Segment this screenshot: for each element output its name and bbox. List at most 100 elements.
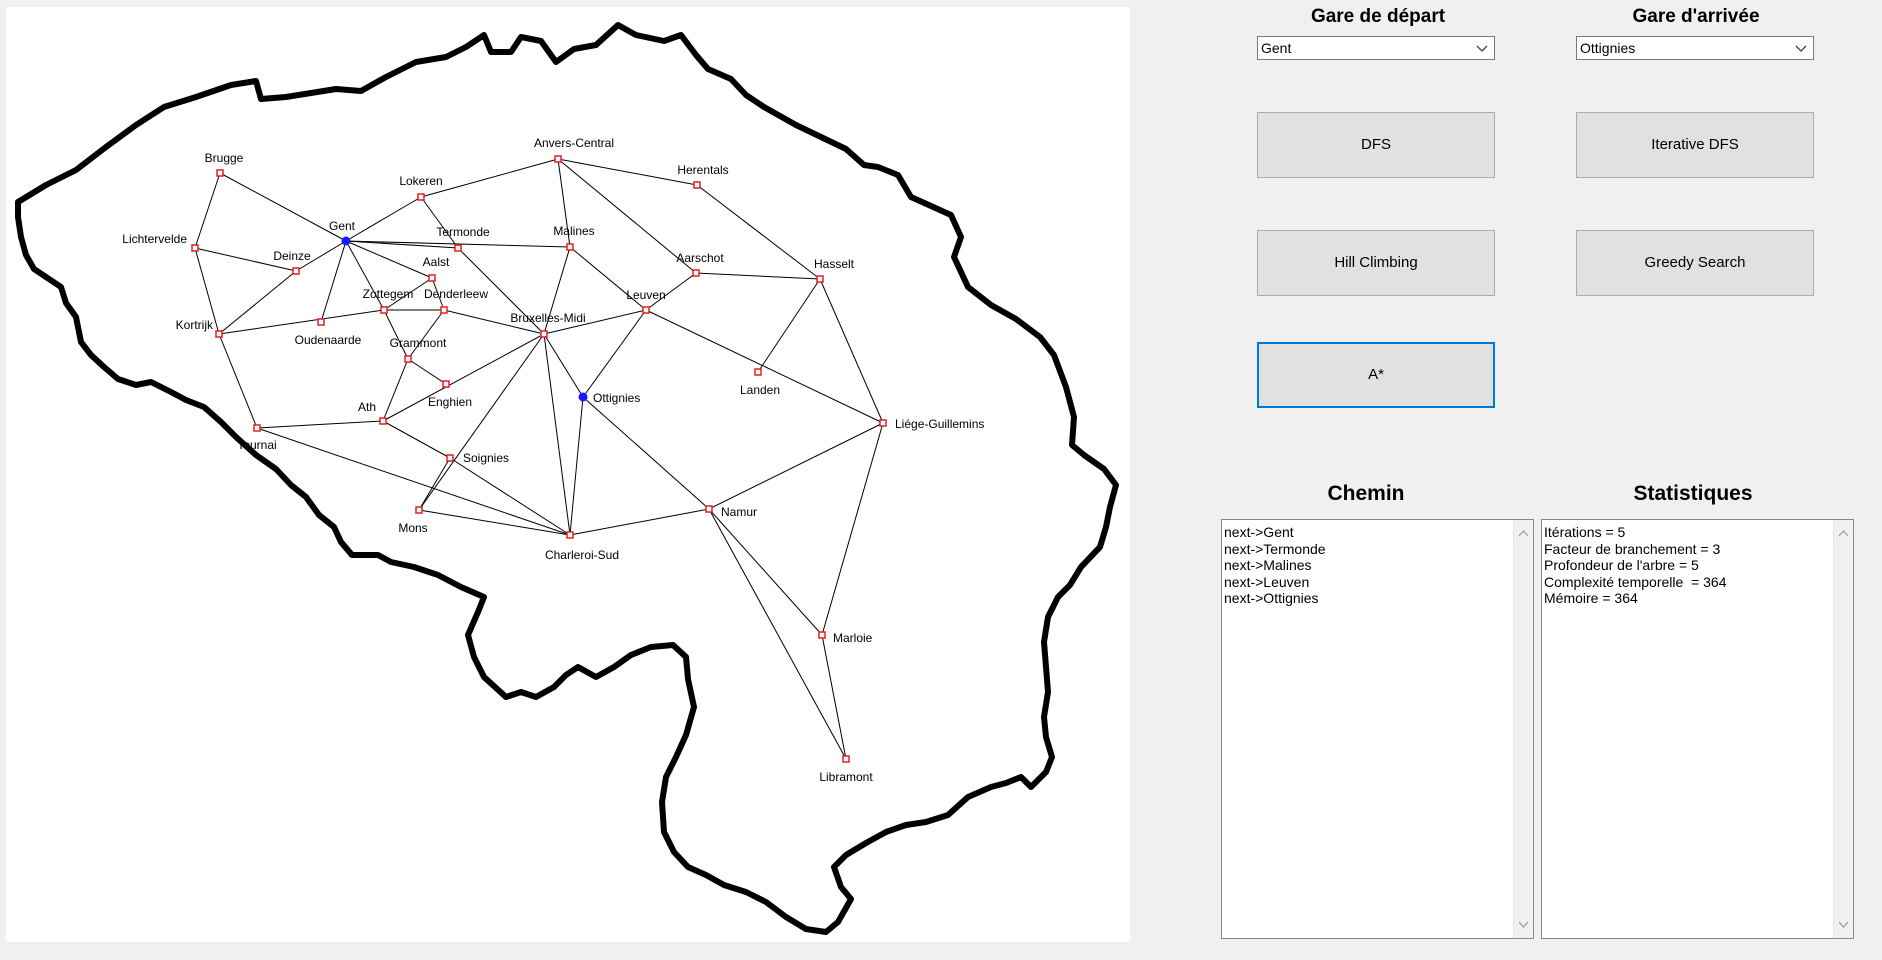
belgium-map: Brugge Gent Lokeren Anvers-Central Herentals… xyxy=(15,22,1119,935)
scroll-up-icon[interactable] xyxy=(1838,529,1849,537)
station-denderleeuw[interactable]: Denderleew xyxy=(424,287,488,314)
station-marker[interactable] xyxy=(578,392,588,402)
scroll-down-icon[interactable] xyxy=(1838,921,1849,929)
station-tournai[interactable]: Tournai xyxy=(237,424,277,452)
station-hasselt[interactable]: Hasselt xyxy=(814,257,855,283)
station-marker[interactable] xyxy=(754,368,762,376)
path-line: next->Termonde xyxy=(1224,540,1326,557)
station-marker[interactable] xyxy=(440,306,448,314)
station-lokeren[interactable]: Lokeren xyxy=(399,174,443,201)
scroll-up-icon[interactable] xyxy=(1518,529,1529,537)
stats-scrollbar[interactable] xyxy=(1833,520,1853,938)
station-label: Deinze xyxy=(273,249,311,263)
station-marker[interactable] xyxy=(554,155,562,163)
path-line: next->Ottignies xyxy=(1224,590,1319,606)
chevron-down-icon xyxy=(1795,45,1807,52)
station-marker[interactable] xyxy=(341,236,351,246)
station-anvers[interactable]: Anvers-Central xyxy=(534,136,614,163)
connection-line xyxy=(708,422,884,510)
station-marker[interactable] xyxy=(253,424,261,432)
station-malines[interactable]: Malines xyxy=(553,224,595,251)
station-marker[interactable] xyxy=(191,244,199,252)
station-marker[interactable] xyxy=(379,417,387,425)
station-marker[interactable] xyxy=(404,355,412,363)
station-marker[interactable] xyxy=(879,419,887,427)
dfs-button[interactable]: DFS xyxy=(1257,112,1495,178)
station-marker[interactable] xyxy=(842,755,850,763)
station-aalst[interactable]: Aalst xyxy=(423,255,450,282)
station-ath[interactable]: Ath xyxy=(358,400,387,425)
station-marker[interactable] xyxy=(380,306,388,314)
scroll-down-icon[interactable] xyxy=(1518,921,1529,929)
station-marker[interactable] xyxy=(317,318,325,326)
connection-line xyxy=(418,333,545,511)
station-label: Libramont xyxy=(819,770,873,784)
station-marker[interactable] xyxy=(818,631,826,639)
station-marker[interactable] xyxy=(292,267,300,275)
station-label: Denderleew xyxy=(424,287,488,301)
station-libramont[interactable]: Libramont xyxy=(819,755,873,784)
hill-climbing-button[interactable]: Hill Climbing xyxy=(1257,230,1495,296)
station-marker[interactable] xyxy=(446,454,454,462)
stats-lines: Itérations = 5 Facteur de branchement = … xyxy=(1544,524,1727,607)
station-marker[interactable] xyxy=(417,193,425,201)
station-grammont[interactable]: Grammont xyxy=(390,336,447,363)
connection-line xyxy=(418,457,451,511)
connection-line xyxy=(582,396,710,510)
path-scrollbar[interactable] xyxy=(1513,520,1533,938)
station-marker[interactable] xyxy=(540,330,548,338)
connection-line xyxy=(543,333,571,536)
station-label: Anvers-Central xyxy=(534,136,614,150)
station-marker[interactable] xyxy=(705,505,713,513)
station-charleroi[interactable]: Charleroi-Sud xyxy=(545,531,619,562)
station-label: Aalst xyxy=(423,255,450,269)
station-brugge[interactable]: Brugge xyxy=(205,151,244,177)
station-aarschot[interactable]: Aarschot xyxy=(676,251,724,277)
station-marker[interactable] xyxy=(816,275,824,283)
connection-line xyxy=(383,309,409,360)
station-marker[interactable] xyxy=(566,243,574,251)
connection-line xyxy=(449,457,571,536)
stats-line: Mémoire = 364 xyxy=(1544,590,1638,606)
connection-line xyxy=(194,172,221,249)
arrival-select[interactable]: Ottignies xyxy=(1576,36,1814,60)
iterative-dfs-button[interactable]: Iterative DFS xyxy=(1576,112,1814,178)
station-marker[interactable] xyxy=(454,244,462,252)
astar-button[interactable]: A* xyxy=(1257,342,1495,408)
station-label: Oudenaarde xyxy=(295,333,362,347)
station-marker[interactable] xyxy=(215,330,223,338)
station-ottignies[interactable]: Ottignies xyxy=(578,391,640,405)
departure-heading: Gare de départ xyxy=(1310,6,1446,27)
station-leuven[interactable]: Leuven xyxy=(626,288,666,314)
station-label: Ath xyxy=(358,400,376,414)
station-marker[interactable] xyxy=(692,269,700,277)
greedy-search-button[interactable]: Greedy Search xyxy=(1576,230,1814,296)
station-oudenaarde[interactable]: Oudenaarde xyxy=(295,318,362,347)
station-label: Gent xyxy=(329,219,356,233)
station-marker[interactable] xyxy=(693,181,701,189)
station-landen[interactable]: Landen xyxy=(740,368,780,397)
station-lichtervelde[interactable]: Lichtervelde xyxy=(122,232,199,252)
departure-select[interactable]: Gent xyxy=(1257,36,1495,60)
station-label: Malines xyxy=(553,224,594,238)
station-zottegem[interactable]: Zottegem xyxy=(363,287,414,314)
connection-line xyxy=(407,309,445,360)
station-liege[interactable]: Liége-Guillemins xyxy=(879,417,984,431)
arrival-heading: Gare d'arrivée xyxy=(1632,6,1760,27)
connection-line xyxy=(708,508,823,636)
connection-line xyxy=(757,278,821,373)
station-marker[interactable] xyxy=(642,306,650,314)
stats-listbox[interactable]: Itérations = 5 Facteur de branchement = … xyxy=(1541,519,1854,939)
station-marker[interactable] xyxy=(415,506,423,514)
station-marker[interactable] xyxy=(442,380,450,388)
arrival-select-value: Ottignies xyxy=(1580,40,1636,56)
station-marker[interactable] xyxy=(566,531,574,539)
station-label: Leuven xyxy=(626,288,665,302)
station-marloie[interactable]: Marloie xyxy=(818,631,873,645)
station-herentals[interactable]: Herentals xyxy=(677,163,729,189)
path-listbox[interactable]: next->Gent next->Termonde next->Malines … xyxy=(1221,519,1534,939)
station-marker[interactable] xyxy=(216,169,224,177)
path-heading: Chemin xyxy=(1327,482,1405,505)
station-label: Lichtervelde xyxy=(122,232,187,246)
station-marker[interactable] xyxy=(428,274,436,282)
